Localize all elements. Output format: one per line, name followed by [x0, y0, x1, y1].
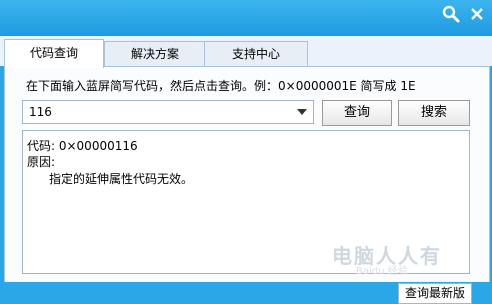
- close-icon[interactable]: [467, 4, 487, 24]
- tab-solutions[interactable]: 解决方案: [104, 41, 206, 66]
- search-icon[interactable]: [441, 4, 461, 24]
- code-input-value: 116: [29, 105, 52, 119]
- chevron-down-icon[interactable]: [297, 109, 307, 115]
- instruction-text: 在下面输入蓝屏简写代码，然后点击查询。例：0×0000001E 简写成 1E: [26, 79, 416, 93]
- search-button[interactable]: 搜索: [398, 100, 470, 126]
- title-bar: [0, 0, 492, 36]
- check-update-button[interactable]: 查询最新版: [398, 283, 472, 304]
- tab-code-query[interactable]: 代码查询: [4, 39, 104, 68]
- tab-support-center[interactable]: 支持中心: [204, 41, 308, 66]
- result-code: 代码: 0×00000116: [27, 139, 138, 153]
- code-input[interactable]: 116: [22, 100, 314, 124]
- watermark-subtext: Baidu 经验: [356, 266, 408, 277]
- result-reason-label: 原因:: [27, 155, 56, 169]
- result-reason-text: 指定的延伸属性代码无效。: [49, 172, 194, 186]
- query-button[interactable]: 查询: [322, 100, 392, 126]
